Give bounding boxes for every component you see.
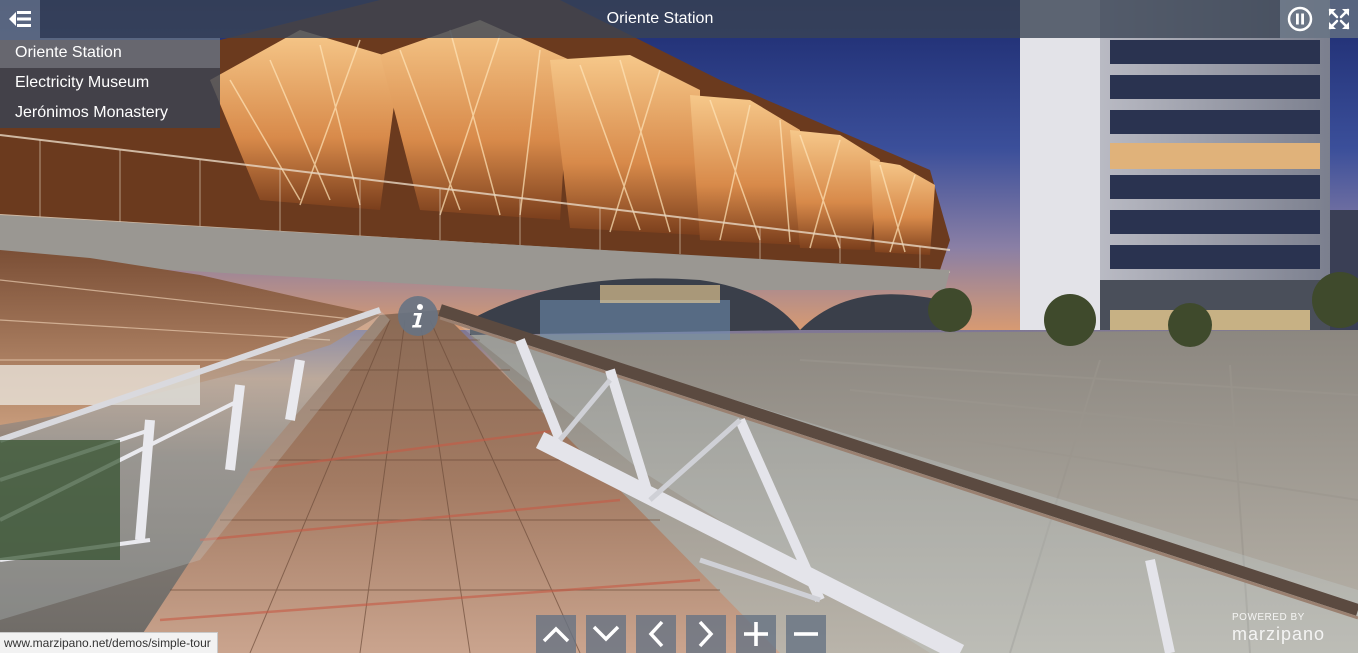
brand-name: marzipano <box>1232 624 1326 644</box>
plus-icon <box>744 622 768 646</box>
fullscreen-toggle-button[interactable] <box>1320 0 1358 38</box>
view-left-button[interactable] <box>636 615 676 653</box>
pause-circle-icon <box>1287 6 1313 32</box>
chevron-left-icon <box>648 620 664 648</box>
scene-title: Oriente Station <box>40 0 1280 38</box>
chevron-down-icon <box>592 625 620 642</box>
zoom-out-button[interactable] <box>786 615 826 653</box>
panorama-viewer[interactable]: Oriente Station Oriente Station Electric… <box>0 0 1358 653</box>
chevron-right-icon <box>698 620 714 648</box>
menu-collapse-left-icon <box>9 11 31 27</box>
fullscreen-expand-icon <box>1328 8 1350 30</box>
powered-by-label: POWERED BY <box>1232 612 1305 623</box>
powered-by-logo[interactable]: POWERED BY marzipano <box>1232 612 1348 644</box>
chevron-up-icon <box>542 626 570 643</box>
view-down-button[interactable] <box>586 615 626 653</box>
scene-list-toggle-button[interactable] <box>0 0 40 38</box>
view-right-button[interactable] <box>686 615 726 653</box>
info-hotspot[interactable] <box>398 296 438 336</box>
scene-item-electricity-museum[interactable]: Electricity Museum <box>0 68 220 98</box>
scene-list: Oriente Station Electricity Museum Jerón… <box>0 38 220 128</box>
status-bar-url: www.marzipano.net/demos/simple-tour <box>0 632 218 653</box>
view-up-button[interactable] <box>536 615 576 653</box>
zoom-in-button[interactable] <box>736 615 776 653</box>
minus-icon <box>794 632 818 636</box>
info-icon <box>412 304 423 328</box>
scene-item-oriente-station[interactable]: Oriente Station <box>0 38 220 68</box>
scene-item-jeronimos-monastery[interactable]: Jerónimos Monastery <box>0 98 220 128</box>
autorotate-toggle-button[interactable] <box>1280 0 1320 38</box>
